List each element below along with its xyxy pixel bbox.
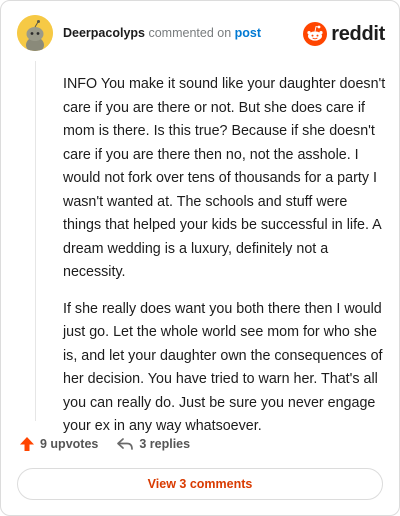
commented-on-text: commented on [148,26,232,40]
replies-button[interactable]: 3 replies [116,437,190,451]
reddit-snoo-icon [303,22,328,46]
user-avatar[interactable] [17,15,53,51]
comment-card: Deerpacolyps commented on post reddit IN… [0,0,400,516]
reply-arrow-icon [117,438,134,450]
replies-count: 3 replies [139,437,191,451]
upvote-count: 9 upvotes [40,437,99,451]
comment-body: INFO You make it sound like your daughte… [63,73,389,452]
comment-paragraph: If she really does want you both there t… [63,300,383,435]
upvote-arrow-icon [20,437,34,451]
comment-header: Deerpacolyps commented on post reddit [17,15,385,53]
reddit-wordmark: reddit [331,22,385,45]
view-comments-button[interactable]: View 3 comments [17,468,383,500]
avatar-snoo-icon [17,15,53,51]
comment-paragraph: INFO You make it sound like your daughte… [63,76,386,280]
username-link[interactable]: Deerpacolyps [63,26,145,40]
upvote-button[interactable]: 9 upvotes [19,436,98,452]
post-link[interactable]: post [235,26,261,40]
reddit-logo[interactable]: reddit [303,21,385,47]
thread-line[interactable] [35,61,36,421]
comment-byline: Deerpacolyps commented on post [63,26,261,40]
comment-actions: 9 upvotes 3 replies [19,433,208,455]
